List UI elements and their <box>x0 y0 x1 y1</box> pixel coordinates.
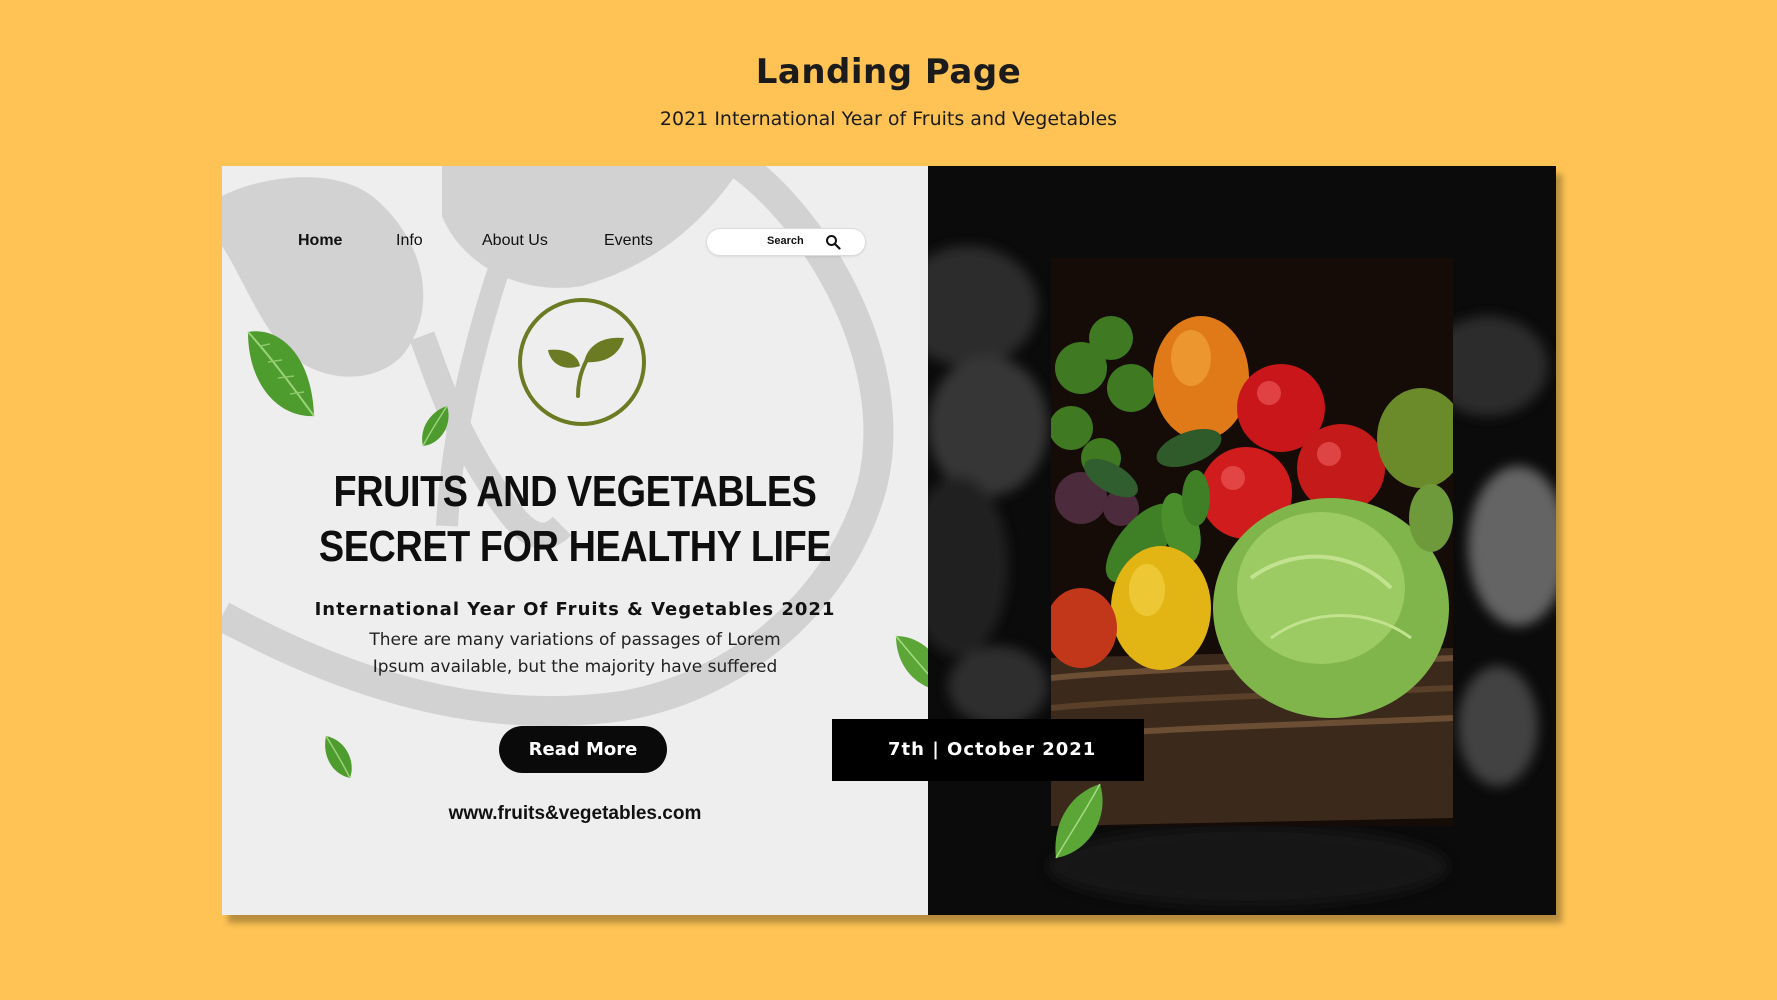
page-subtitle: 2021 International Year of Fruits and Ve… <box>659 108 1118 130</box>
hero-panel: Home Info About Us Events Search FRUITS … <box>222 166 928 915</box>
mint-leaf-icon <box>422 405 449 447</box>
website-link[interactable]: www.fruits&vegetables.com <box>222 803 928 825</box>
nav-item-about-us[interactable]: About Us <box>482 232 548 250</box>
event-date-banner: 7th | October 2021 <box>832 719 1144 781</box>
search-icon[interactable] <box>825 234 841 250</box>
mint-leaf-icon <box>247 331 315 417</box>
hero-headline: FRUITS AND VEGETABLES SECRET FOR HEALTHY… <box>271 464 878 574</box>
sprout-icon <box>518 298 646 426</box>
mint-leaf-icon <box>1055 783 1103 859</box>
photo-panel <box>928 166 1556 915</box>
intl-year-heading: International Year Of Fruits & Vegetable… <box>314 599 836 620</box>
nav-item-events[interactable]: Events <box>604 232 653 250</box>
landing-page-mockup: Home Info About Us Events Search FRUITS … <box>222 166 1556 915</box>
mint-leaf-icon <box>325 735 352 779</box>
read-more-button[interactable]: Read More <box>499 726 667 773</box>
description-line-1: There are many variations of passages of… <box>369 630 781 650</box>
nav-item-info[interactable]: Info <box>396 232 423 250</box>
headline-line-1: FRUITS AND VEGETABLES <box>333 467 817 516</box>
page-title: Landing Page <box>755 52 1022 92</box>
search-input[interactable]: Search <box>706 228 866 256</box>
headline-line-2: SECRET FOR HEALTHY LIFE <box>318 522 832 571</box>
hero-description: There are many variations of passages of… <box>335 627 815 681</box>
event-date: 7th | October 2021 <box>888 739 1097 760</box>
nav-item-home[interactable]: Home <box>298 232 342 250</box>
description-line-2: Ipsum available, but the majority have s… <box>372 657 778 677</box>
mint-leaf-icon <box>895 635 928 688</box>
search-placeholder: Search <box>767 235 804 247</box>
